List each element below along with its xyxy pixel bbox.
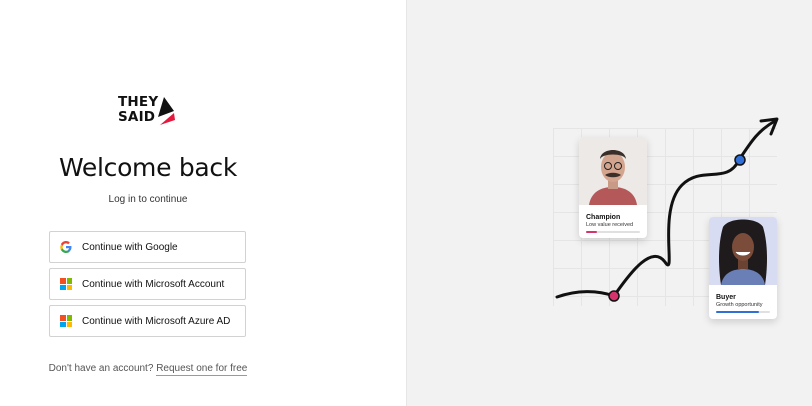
page-title: Welcome back: [58, 153, 238, 182]
microsoft-icon: [60, 315, 72, 327]
buyer-name: Buyer: [716, 294, 736, 301]
signup-prompt-text: Don't have an account?: [48, 363, 154, 374]
google-login-label: Continue with Google: [82, 241, 178, 253]
request-account-link[interactable]: Request one for free: [156, 363, 248, 376]
champion-progress-bar: [586, 231, 640, 233]
buyer-avatar: [709, 217, 777, 285]
microsoft-account-login-button[interactable]: Continue with Microsoft Account: [49, 268, 246, 300]
buyer-progress-bar: [716, 311, 770, 313]
buyer-role: Growth opportunity: [716, 302, 763, 308]
signup-prompt: Don't have an account? Request one for f…: [0, 363, 296, 376]
champion-name: Champion: [586, 214, 621, 221]
buyer-card: Buyer Growth opportunity: [709, 217, 777, 319]
microsoft-account-login-label: Continue with Microsoft Account: [82, 278, 225, 290]
logo-megaphone-icon: [158, 97, 175, 125]
azure-ad-login-button[interactable]: Continue with Microsoft Azure AD: [49, 305, 246, 337]
champion-card: Champion Low value received: [579, 137, 647, 238]
google-icon: [60, 241, 72, 253]
champion-avatar: [579, 137, 647, 205]
they-said-logo: THEY SAID: [118, 95, 178, 127]
microsoft-icon: [60, 278, 72, 290]
champion-role: Low value received: [586, 222, 634, 228]
login-panel: THEY SAID Welcome back Log in to continu…: [0, 0, 406, 406]
illustration-panel: Champion Low value received Buyer Growth…: [406, 0, 812, 406]
page-subtitle: Log in to continue: [108, 194, 188, 205]
google-login-button[interactable]: Continue with Google: [49, 231, 246, 263]
azure-ad-login-label: Continue with Microsoft Azure AD: [82, 315, 231, 327]
